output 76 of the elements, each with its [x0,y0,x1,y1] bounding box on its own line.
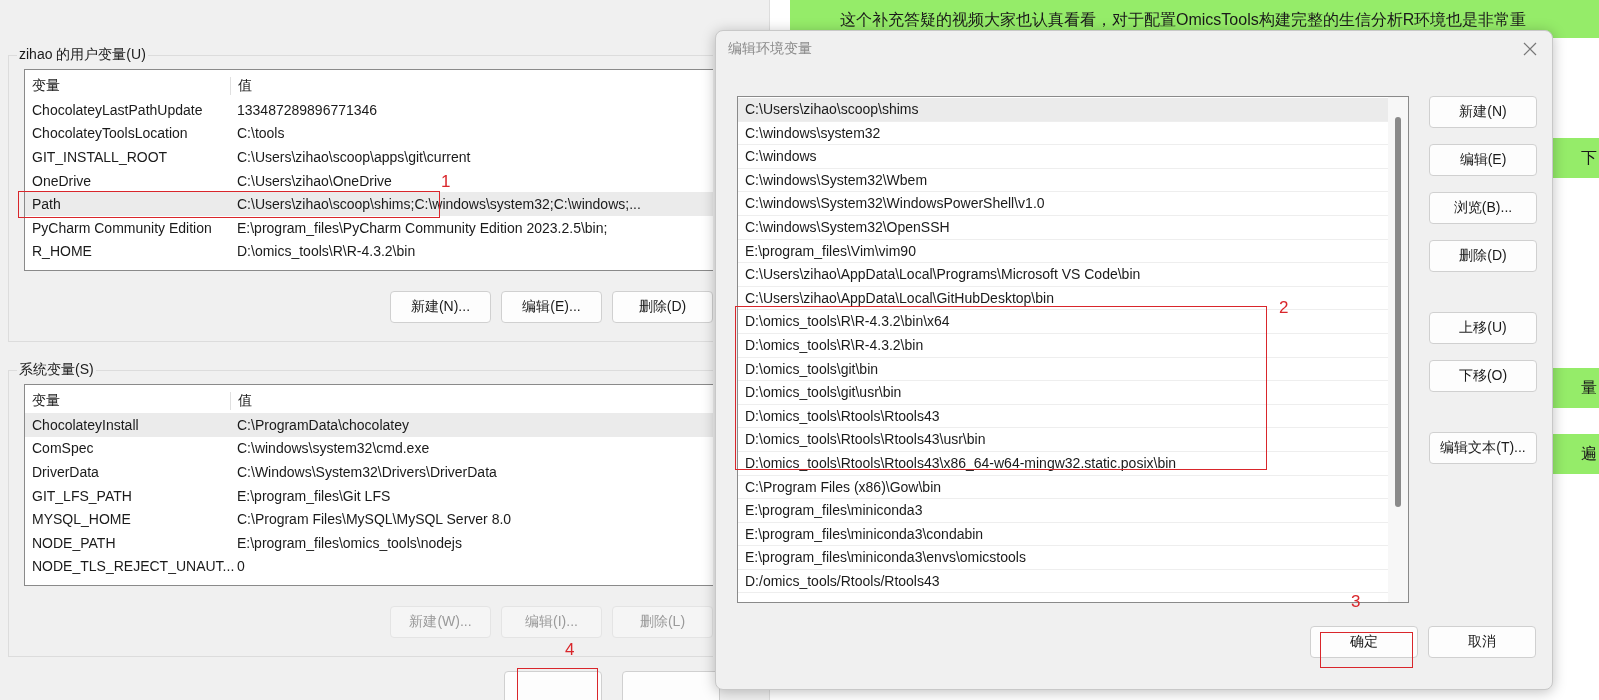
chat-message: 这个补充答疑的视频大家也认真看看，对于配置OmicsTools构建完整的生信分析R环境也是非常重 [840,10,1527,30]
table-cell-text: 133487289896771346 [236,101,378,118]
table-cell-text: PyCharm Community Edition [31,219,213,236]
chat-fragment: 量 [1581,377,1597,398]
path-item[interactable]: E:\program_files\miniconda3 [742,499,926,523]
table-cell-text: ChocolateyInstall [31,416,140,433]
path-item[interactable]: C:\windows\System32\OpenSSH [742,215,953,240]
table-cell-text: C:\Users\zihao\scoop\apps\git\current [236,149,471,165]
dialog-title: 编辑环境变量 [728,40,812,58]
path-item[interactable]: C:\Users\zihao\AppData\Local\Programs\Microsoft VS Code\bin [742,263,1144,287]
table-cell-text: C:\Users\zihao\OneDrive [236,172,392,189]
annotation-number: 2 [1279,298,1289,318]
table-cell-text: ComSpec [31,440,95,457]
action-button[interactable]: 编辑(E) [1429,144,1537,176]
path-item[interactable]: D:\omics_tools\Rtools\Rtools43\x86_64-w64-mingw32.static.posix\bin [742,451,1180,476]
action-button[interactable]: 新建(N)... [390,291,491,323]
table-cell-text: E:\program_files\Git LFS [236,487,391,504]
table-cell-text: Path [31,196,62,213]
table-cell-text: DriverData [31,464,100,480]
group-title: 系统变量(S) [17,361,96,379]
table-cell-text: D:\omics_tools\R\R-4.3.2\bin [236,243,416,260]
column-header: 变量 [31,77,61,95]
path-item[interactable]: D:/omics_tools/Rtools/Rtools43 [742,569,943,594]
ok-button[interactable]: 确定 [1310,626,1418,658]
chat-fragment: 遍 [1581,443,1597,464]
table-cell-text: GIT_INSTALL_ROOT [31,149,169,165]
table-cell-text: C:\Program Files\MySQL\MySQL Server 8.0 [236,511,512,528]
action-button[interactable]: 新建(N) [1429,96,1537,128]
table-cell-text: MYSQL_HOME [31,511,132,528]
close-icon[interactable] [1522,41,1538,57]
table-cell-text: ChocolateyToolsLocation [31,125,189,142]
scrollbar-thumb[interactable] [1395,117,1401,507]
table-cell-text: C:\windows\system32\cmd.exe [236,440,430,457]
table-cell-text: E:\program_files\PyCharm Community Edition 2023.2.5\bin; [236,219,608,236]
action-button[interactable]: 编辑文本(T)... [1429,432,1537,464]
table-cell-text: R_HOME [31,243,93,260]
path-item[interactable]: C:\Users\zihao\AppData\Local\GitHubDesktop\bin [742,286,1057,311]
column-header: 值 [230,392,252,410]
path-item[interactable]: D:\omics_tools\Rtools\Rtools43\usr\bin [742,428,989,452]
table-cell-text: NODE_PATH [31,534,117,551]
path-item[interactable]: C:\Program Files (x86)\Gow\bin [742,475,945,500]
action-button[interactable]: 删除(D) [612,291,713,323]
chat-fragment: 下 [1581,147,1597,168]
table-cell-text: C:\ProgramData\chocolatey [236,416,409,433]
dialog-button[interactable] [504,671,602,700]
table-cell-text: C:\Windows\System32\Drivers\DriverData [236,464,497,480]
path-item[interactable]: E:\program_files\miniconda3\envs\omicstools [742,546,1029,570]
column-header: 值 [230,77,252,95]
path-item[interactable]: D:\omics_tools\R\R-4.3.2\bin\x64 [742,310,953,334]
action-button[interactable]: 删除(D) [1429,240,1537,272]
table-cell-text: 0 [236,558,245,575]
action-button[interactable]: 浏览(B)... [1429,192,1537,224]
path-item[interactable]: C:\windows\System32\WindowsPowerShell\v1.0 [742,192,1048,216]
path-item[interactable]: C:\windows\system32 [742,121,884,146]
table-cell-text: C:\tools [236,125,285,142]
action-button[interactable]: 编辑(E)... [501,291,602,323]
table-cell-text: E:\program_files\omics_tools\nodejs [236,534,462,551]
path-item[interactable]: D:\omics_tools\git\bin [742,357,882,382]
column-header: 变量 [31,392,61,410]
path-item[interactable]: C:\windows [742,145,820,169]
table-cell-text: GIT_LFS_PATH [31,487,133,504]
path-item[interactable]: E:\program_files\miniconda3\condabin [742,522,987,547]
path-item[interactable]: E:\program_files\Vim\vim90 [742,239,919,264]
path-item[interactable]: D:\omics_tools\R\R-4.3.2\bin [742,333,927,358]
annotation-number: 3 [1351,592,1361,612]
table-cell-text: ChocolateyLastPathUpdate [31,101,204,118]
annotation-number: 1 [441,172,451,192]
table-cell-text: OneDrive [31,172,93,189]
action-button[interactable]: 上移(U) [1429,312,1537,344]
cancel-button[interactable]: 取消 [1428,626,1536,658]
path-item[interactable]: D:\omics_tools\Rtools\Rtools43 [742,404,943,429]
action-button[interactable]: 下移(O) [1429,360,1537,392]
path-item[interactable]: D:\omics_tools\git\usr\bin [742,381,905,405]
path-item[interactable]: C:\windows\System32\Wbem [742,168,931,193]
annotation-number: 4 [565,640,575,660]
group-title: zihao 的用户变量(U) [17,46,148,64]
